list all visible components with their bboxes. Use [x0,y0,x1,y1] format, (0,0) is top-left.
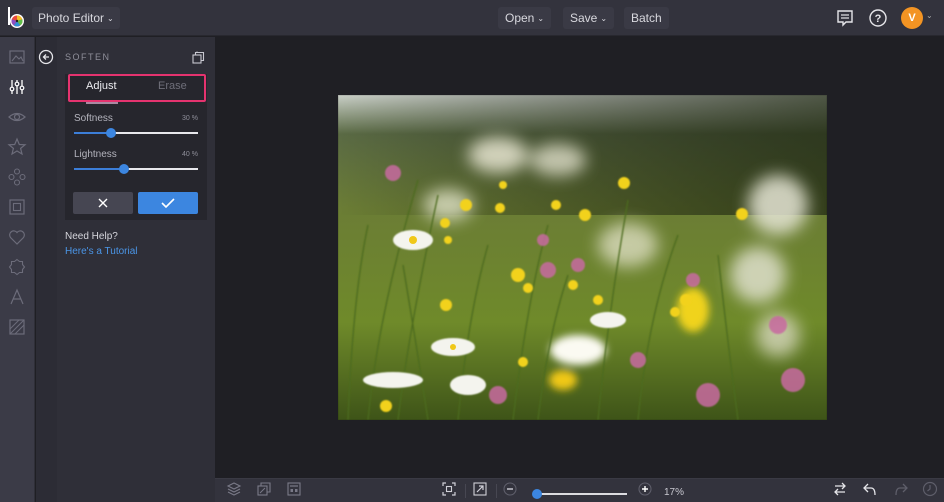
save-button[interactable]: Save ⌄ [563,7,615,29]
open-label: Open [505,11,535,25]
tutorial-link[interactable]: Here's a Tutorial [65,246,138,257]
image-icon[interactable] [7,47,27,67]
zoom-percentage: 17% [664,487,685,498]
zoom-slider-thumb[interactable] [531,489,542,499]
close-icon [98,198,108,208]
undo-icon[interactable] [862,481,878,497]
adjust-sliders-icon[interactable] [7,77,27,97]
open-button[interactable]: Open ⌄ [498,7,552,29]
chevron-down-icon: ⌄ [107,14,114,23]
photo-preview[interactable] [338,95,827,420]
toolbar-divider [496,484,497,498]
batch-label: Batch [631,11,662,25]
zoom-slider[interactable] [531,489,627,499]
shapes-icon[interactable] [7,167,27,187]
texture-icon[interactable] [7,317,27,337]
duplicate-icon[interactable] [256,481,272,497]
tab-erase[interactable]: Erase [158,80,187,92]
fit-screen-icon[interactable] [441,481,457,497]
help-icon[interactable]: ? [868,8,888,28]
chevron-down-icon: ⌄ [600,14,608,23]
tab-adjust[interactable]: Adjust [86,80,117,92]
save-label: Save [570,11,598,25]
compare-icon[interactable] [832,481,848,497]
mode-tabs: Adjust Erase [68,74,206,102]
lightness-slider-thumb[interactable] [118,164,129,174]
lightness-slider[interactable] [74,164,198,174]
softness-label: Softness [74,113,113,124]
batch-button[interactable]: Batch [624,7,669,29]
apply-button[interactable] [138,192,198,214]
chevron-down-icon[interactable]: ⌄ [926,11,933,20]
toolbar-divider [465,484,466,498]
frame-icon[interactable] [7,197,27,217]
app-menu-dropdown[interactable]: Photo Editor ⌄ [32,7,120,29]
svg-text:?: ? [875,13,882,25]
star-icon[interactable] [7,137,27,157]
lightness-label: Lightness [74,149,117,160]
comment-icon[interactable] [835,8,855,28]
expand-icon[interactable] [472,481,488,497]
help-title: Need Help? [65,231,118,242]
cancel-button[interactable] [73,192,133,214]
badge-icon[interactable] [7,257,27,277]
heart-icon[interactable] [7,227,27,247]
lightness-value: 40 % [182,151,198,158]
photo-editor-app: Photo Editor⌄ Open⌄ Save⌄ Batch ? V ⌄ [0,0,944,502]
zoom-in-icon[interactable] [637,481,653,497]
lightness-slider-fill [74,168,124,170]
layout-icon[interactable] [286,481,302,497]
layers-icon[interactable] [226,481,242,497]
meadow-flowers-image [338,95,827,420]
eye-icon[interactable] [7,107,27,127]
softness-value: 30 % [182,115,198,122]
panel-title: SOFTEN [65,52,111,62]
active-tab-indicator [86,102,118,104]
top-bar: Photo Editor ⌄ Open ⌄ Save ⌄ Batch ? V ⌄ [0,0,944,36]
zoom-out-icon[interactable] [502,481,518,497]
app-menu-label: Photo Editor [38,11,105,25]
redo-icon[interactable] [893,481,909,497]
history-icon[interactable] [922,481,938,497]
text-icon[interactable] [7,287,27,307]
chevron-down-icon: ⌄ [537,14,545,23]
check-icon [161,198,175,209]
copy-layers-icon[interactable] [192,51,205,64]
softness-slider[interactable] [74,128,198,138]
user-avatar[interactable]: V [901,7,923,29]
tool-rail [0,37,35,502]
back-arrow-icon[interactable] [38,49,54,65]
app-logo-icon[interactable] [6,6,26,30]
